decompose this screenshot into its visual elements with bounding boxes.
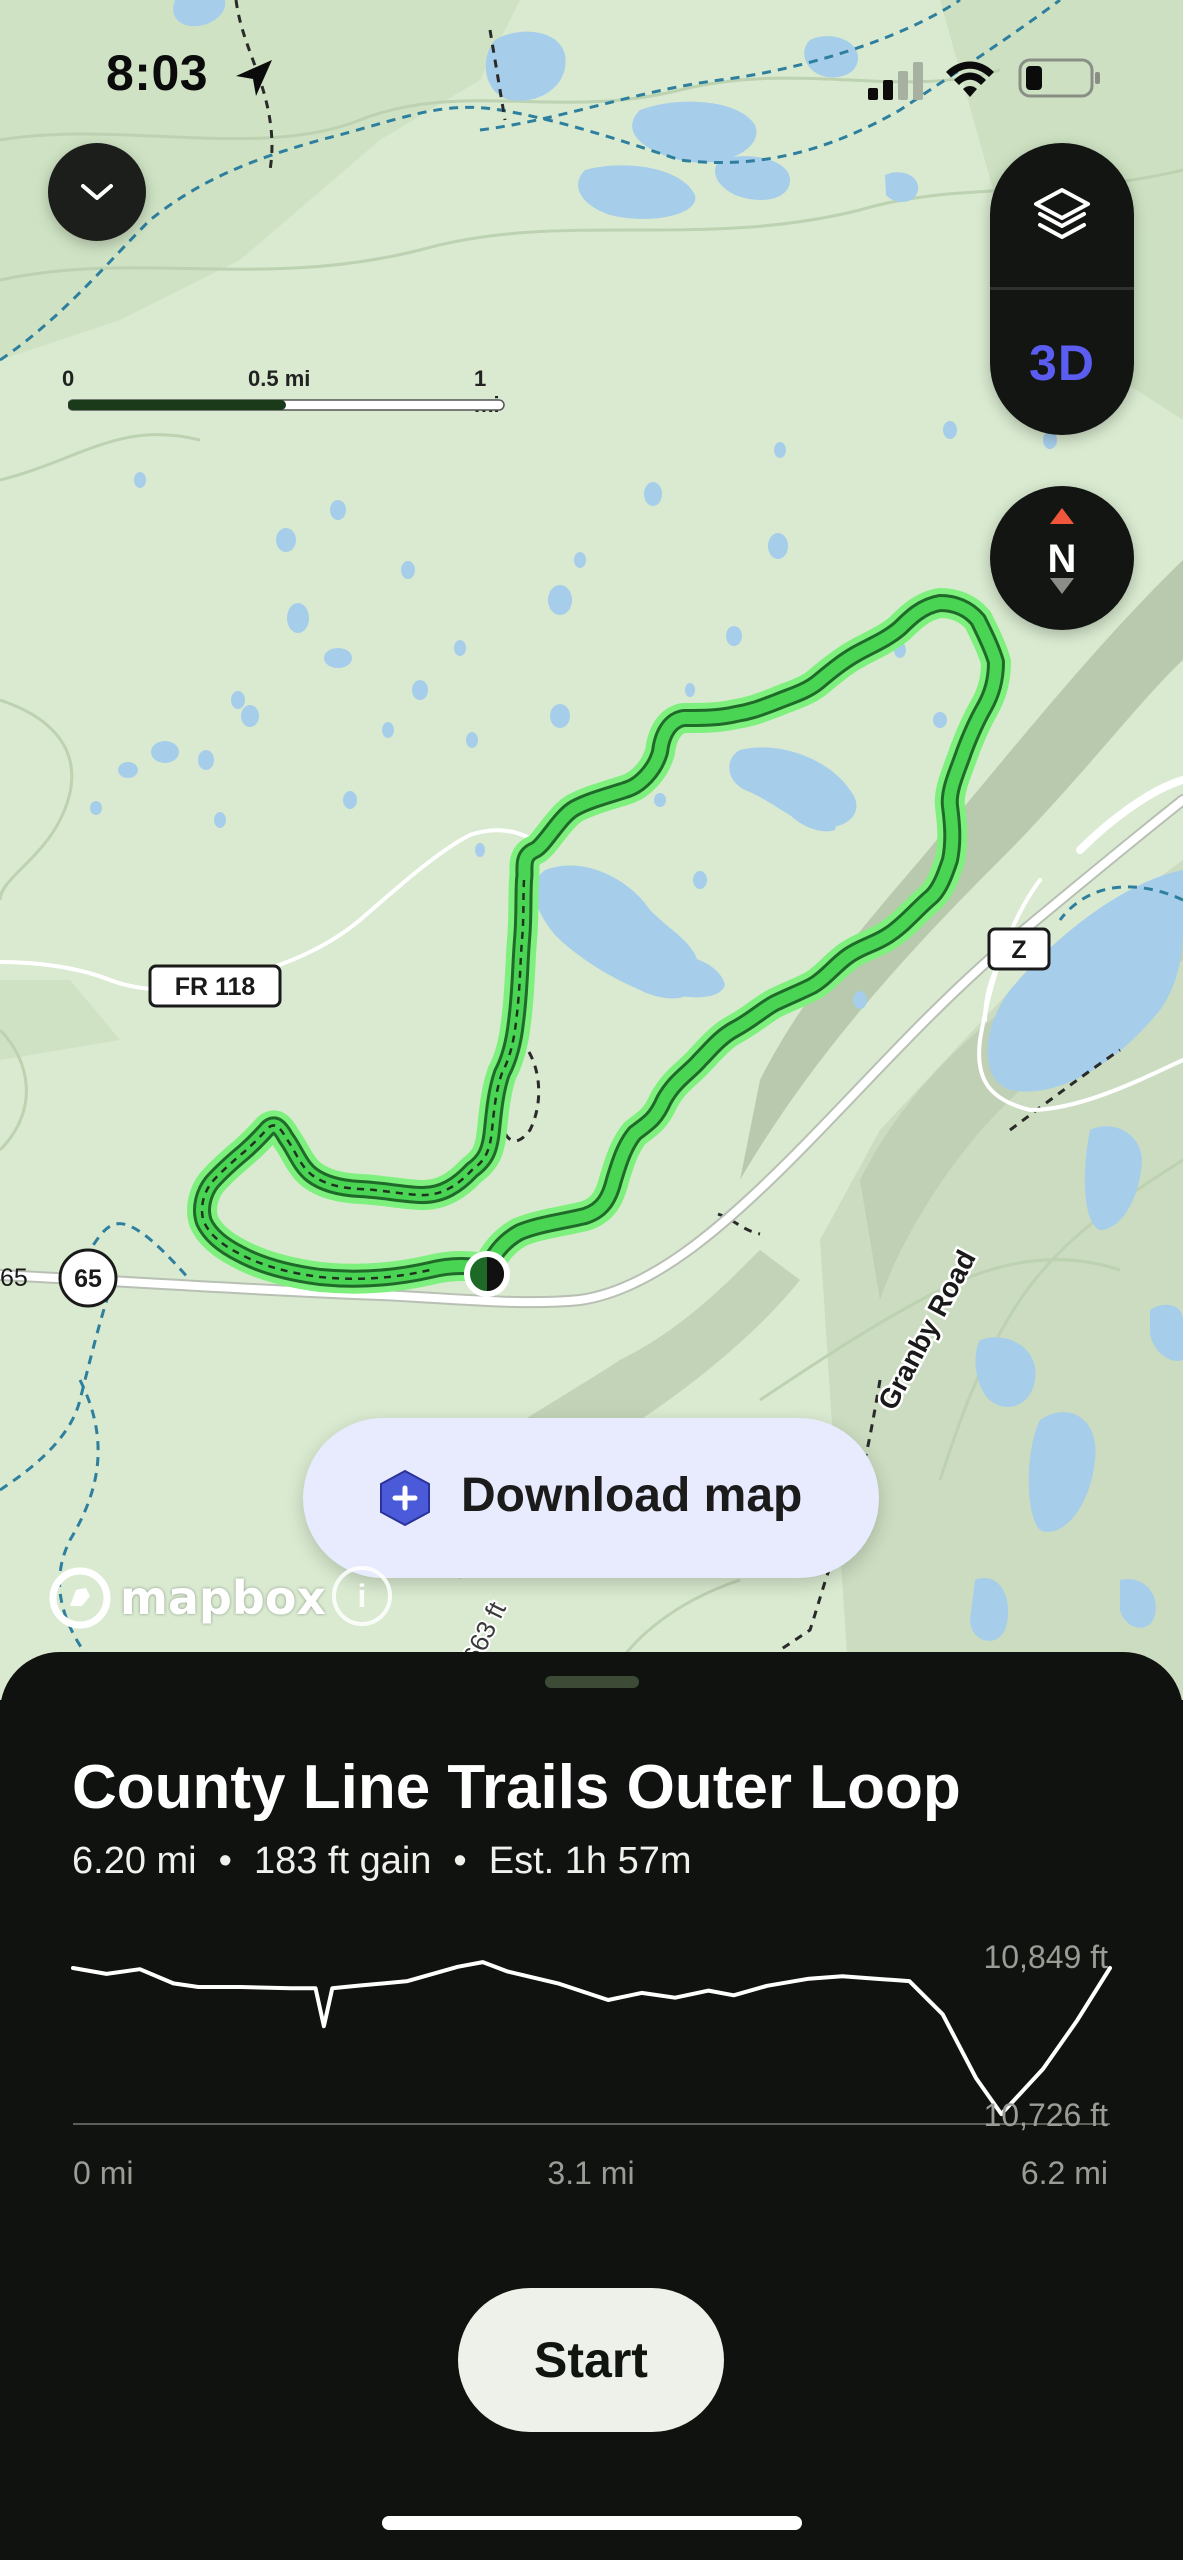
home-indicator[interactable] <box>382 2516 802 2530</box>
download-offline-icon <box>380 1469 430 1527</box>
battery-icon <box>1018 58 1100 98</box>
map-controls-panel: 3D <box>990 143 1134 435</box>
elevation-profile-line <box>71 1960 1112 2116</box>
compass-icon: N <box>1048 508 1077 594</box>
route-title: County Line Trails Outer Loop <box>72 1753 961 1822</box>
download-map-label: Download map <box>461 1469 803 1522</box>
wifi-icon <box>946 61 994 97</box>
cellular-signal-icon <box>868 62 923 100</box>
mapbox-logo-text: mapbox <box>120 1571 327 1625</box>
status-time: 8:03 <box>106 45 209 101</box>
road-label-hwy65: 65 <box>58 1248 118 1308</box>
y-tick-min: 10,726 ft <box>983 2097 1108 2133</box>
trailhead-marker[interactable] <box>464 1251 510 1297</box>
map-scale-bar: 0 0.5 mi 1 mi <box>62 366 512 417</box>
scale-label-0: 0 <box>62 366 75 391</box>
scale-bar-graphic <box>68 399 505 411</box>
layers-icon <box>1034 187 1090 239</box>
svg-text:65: 65 <box>74 1265 102 1293</box>
x-tick-start: 0 mi <box>73 2155 133 2191</box>
route-distance: 6.20 mi <box>72 1840 197 1882</box>
scale-label-half: 0.5 mi <box>248 366 311 391</box>
elevation-chart[interactable]: 10,849 ft 10,726 ft 0 mi 3.1 mi 6.2 mi <box>0 1922 1183 2252</box>
collapse-button[interactable] <box>48 143 146 241</box>
attribution-info-button[interactable]: i <box>332 1566 392 1626</box>
x-tick-end: 6.2 mi <box>1021 2155 1108 2191</box>
road-label-hwy65-edge: 65 <box>0 1264 28 1292</box>
svg-text:Z: Z <box>1011 936 1026 964</box>
route-elevation-gain: 183 ft gain <box>253 1840 432 1882</box>
route-details-sheet: County Line Trails Outer Loop 6.20 mi • 18… <box>0 1652 1183 2560</box>
start-button[interactable]: Start <box>458 2288 724 2432</box>
y-tick-max: 10,849 ft <box>983 1939 1108 1975</box>
svg-text:FR 118: FR 118 <box>175 973 256 1001</box>
stats-separator: • <box>218 1840 232 1882</box>
layers-button[interactable] <box>990 143 1134 288</box>
chevron-down-icon <box>81 184 113 200</box>
mapbox-logo[interactable]: mapbox <box>48 1566 326 1630</box>
stats-separator: • <box>453 1840 467 1882</box>
svg-text:N: N <box>1048 537 1077 581</box>
road-label-z: Z <box>987 927 1051 971</box>
download-map-button[interactable]: Download map <box>303 1418 879 1578</box>
screen: FR 118 Z 65 65 Granby Road 663 ft 8:03 3… <box>0 0 1183 2560</box>
road-label-fr118: FR 118 <box>148 964 282 1008</box>
sheet-grabber[interactable] <box>545 1676 639 1688</box>
x-tick-mid: 3.1 mi <box>547 2155 634 2191</box>
location-arrow-icon <box>236 60 272 96</box>
3d-toggle-button[interactable]: 3D <box>990 290 1134 435</box>
mapbox-logo-icon <box>49 1567 111 1629</box>
route-duration: Est. 1h 57m <box>488 1840 692 1882</box>
compass-button[interactable]: N <box>990 486 1134 630</box>
route-stats: 6.20 mi • 183 ft gain • Est. 1h 57m <box>72 1840 692 1883</box>
